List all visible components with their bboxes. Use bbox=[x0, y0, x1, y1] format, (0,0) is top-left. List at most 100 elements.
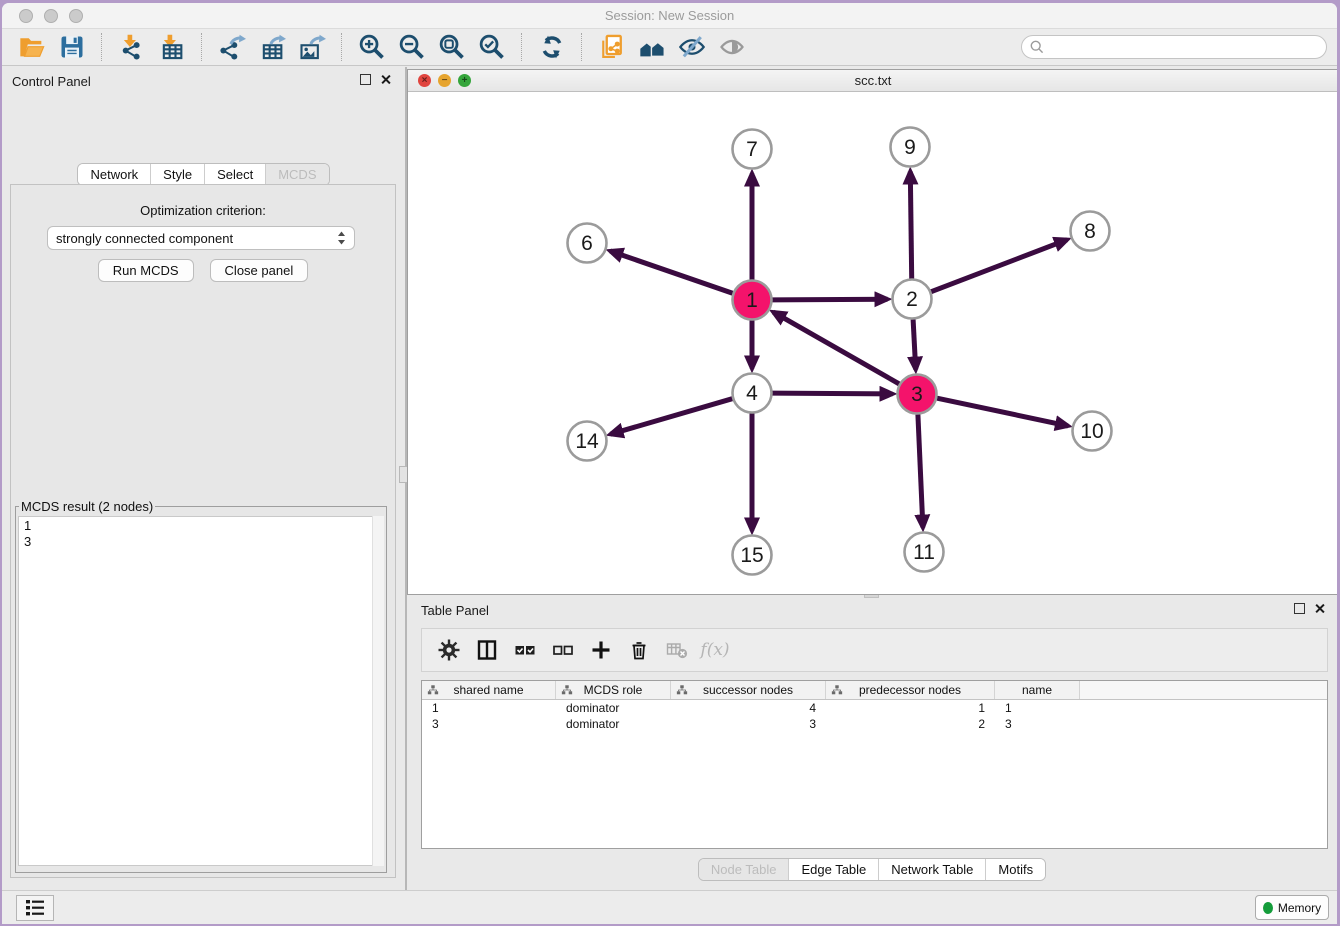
close-panel-icon[interactable] bbox=[380, 74, 391, 85]
frame-zoom-button[interactable]: + bbox=[458, 74, 471, 87]
network-graph[interactable]: 7 9 6 8 1 2 4 3 14 10 15 11 bbox=[408, 91, 1337, 594]
cell-shared-name[interactable]: 1 bbox=[422, 700, 556, 716]
search-box[interactable] bbox=[1021, 35, 1327, 59]
close-panel-button[interactable]: Close panel bbox=[210, 259, 309, 282]
show-hidden-icon bbox=[718, 33, 746, 61]
graph-edge-3-10[interactable] bbox=[937, 398, 1068, 426]
column-header-name[interactable]: name bbox=[995, 681, 1080, 699]
cell-shared-name[interactable]: 3 bbox=[422, 716, 556, 732]
table-float-panel-icon[interactable] bbox=[1294, 603, 1305, 614]
graph-edge-1-2[interactable] bbox=[773, 299, 888, 300]
table-toolbar: f(x) bbox=[421, 628, 1328, 672]
graph-node-4[interactable]: 4 bbox=[733, 374, 772, 413]
delete-columns-button[interactable] bbox=[623, 634, 655, 666]
table-close-panel-icon[interactable] bbox=[1314, 603, 1325, 614]
copy-network-button[interactable] bbox=[595, 32, 629, 62]
table-tab-group: Node TableEdge TableNetwork TableMotifs bbox=[698, 858, 1046, 881]
graph-edge-3-1[interactable] bbox=[773, 312, 899, 384]
cell-mcds-role[interactable]: dominator bbox=[556, 716, 671, 732]
network-canvas[interactable]: 7 9 6 8 1 2 4 3 14 10 15 11 bbox=[408, 91, 1337, 594]
cell-mcds-role[interactable]: dominator bbox=[556, 700, 671, 716]
table-tab-motifs[interactable]: Motifs bbox=[986, 859, 1045, 880]
cell-predecessor-nodes[interactable]: 2 bbox=[826, 716, 995, 732]
window-zoom-button[interactable] bbox=[69, 9, 83, 23]
graph-node-15[interactable]: 15 bbox=[733, 536, 772, 575]
float-panel-icon[interactable] bbox=[360, 74, 371, 85]
table-tabs: Node TableEdge TableNetwork TableMotifs bbox=[407, 858, 1337, 881]
run-mcds-button[interactable]: Run MCDS bbox=[98, 259, 194, 282]
graph-node-1[interactable]: 1 bbox=[733, 281, 772, 320]
search-input[interactable] bbox=[1049, 39, 1318, 55]
refresh-layout-button[interactable] bbox=[535, 32, 569, 62]
memory-label: Memory bbox=[1278, 901, 1321, 915]
graph-edge-2-8[interactable] bbox=[931, 240, 1067, 292]
graph-edge-2-9[interactable] bbox=[910, 172, 911, 279]
column-header-predecessor-nodes[interactable]: predecessor nodes bbox=[826, 681, 995, 699]
select-all-rows-button[interactable] bbox=[509, 634, 541, 666]
zoom-fit-content-button[interactable] bbox=[435, 32, 469, 62]
show-hidden-button[interactable] bbox=[715, 32, 749, 62]
graph-edge-2-3[interactable] bbox=[913, 320, 916, 370]
cell-name[interactable]: 1 bbox=[995, 700, 1080, 716]
graph-node-3[interactable]: 3 bbox=[898, 375, 937, 414]
zoom-in-button[interactable] bbox=[355, 32, 389, 62]
frame-close-button[interactable]: × bbox=[418, 74, 431, 87]
graph-node-9[interactable]: 9 bbox=[891, 128, 930, 167]
import-table-button[interactable] bbox=[155, 32, 189, 62]
task-history-button[interactable] bbox=[16, 895, 54, 921]
zoom-selected-button[interactable] bbox=[475, 32, 509, 62]
import-network-button[interactable] bbox=[115, 32, 149, 62]
cell-predecessor-nodes[interactable]: 1 bbox=[826, 700, 995, 716]
graph-node-6[interactable]: 6 bbox=[568, 224, 607, 263]
mcds-result-list[interactable]: 1 3 bbox=[18, 516, 384, 866]
export-network-button[interactable] bbox=[215, 32, 249, 62]
table-tab-node-table[interactable]: Node Table bbox=[699, 859, 790, 880]
graph-edge-3-11[interactable] bbox=[918, 415, 923, 528]
graph-edge-4-14[interactable] bbox=[611, 399, 733, 435]
column-header-mcds-role[interactable]: MCDS role bbox=[556, 681, 671, 699]
table-row[interactable]: 3dominator323 bbox=[422, 716, 1327, 732]
window-close-button[interactable] bbox=[19, 9, 33, 23]
network-frame: × − + scc.txt 7 9 6 8 1 2 4 3 14 10 15 11 bbox=[407, 69, 1337, 595]
frame-minimize-button[interactable]: − bbox=[438, 74, 451, 87]
export-image-button[interactable] bbox=[295, 32, 329, 62]
export-table-button[interactable] bbox=[255, 32, 289, 62]
graph-edge-4-3[interactable] bbox=[773, 393, 893, 394]
tab-style[interactable]: Style bbox=[151, 164, 205, 185]
zoom-out-button[interactable] bbox=[395, 32, 429, 62]
deselect-all-rows-button[interactable] bbox=[547, 634, 579, 666]
column-header-successor-nodes[interactable]: successor nodes bbox=[671, 681, 826, 699]
tab-network[interactable]: Network bbox=[78, 164, 151, 185]
table-tab-network-table[interactable]: Network Table bbox=[879, 859, 986, 880]
graph-node-14[interactable]: 14 bbox=[568, 422, 607, 461]
table-row[interactable]: 1dominator411 bbox=[422, 700, 1327, 716]
table-tab-edge-table[interactable]: Edge Table bbox=[789, 859, 879, 880]
graph-node-2[interactable]: 2 bbox=[893, 280, 932, 319]
cell-name[interactable]: 3 bbox=[995, 716, 1080, 732]
open-session-button[interactable] bbox=[15, 32, 49, 62]
optimization-criterion-select[interactable]: strongly connected component bbox=[47, 226, 355, 250]
split-panel-button[interactable] bbox=[471, 634, 503, 666]
graph-node-8[interactable]: 8 bbox=[1071, 212, 1110, 251]
graph-node-7[interactable]: 7 bbox=[733, 130, 772, 169]
network-frame-titlebar[interactable]: × − + scc.txt bbox=[408, 70, 1337, 92]
network-home-button[interactable] bbox=[635, 32, 669, 62]
tab-mcds[interactable]: MCDS bbox=[266, 164, 328, 185]
cell-successor-nodes[interactable]: 3 bbox=[671, 716, 826, 732]
tab-select[interactable]: Select bbox=[205, 164, 266, 185]
network-home-icon bbox=[638, 33, 666, 61]
zoom-fit-content-icon bbox=[438, 33, 466, 61]
column-header-shared-name[interactable]: shared name bbox=[422, 681, 556, 699]
window-title: Session: New Session bbox=[2, 3, 1337, 28]
save-session-button[interactable] bbox=[55, 32, 89, 62]
graph-node-11[interactable]: 11 bbox=[905, 533, 944, 572]
create-column-button[interactable] bbox=[585, 634, 617, 666]
table-settings-button[interactable] bbox=[433, 634, 465, 666]
hide-selected-button[interactable] bbox=[675, 32, 709, 62]
cell-successor-nodes[interactable]: 4 bbox=[671, 700, 826, 716]
graph-node-10[interactable]: 10 bbox=[1073, 412, 1112, 451]
window-minimize-button[interactable] bbox=[44, 9, 58, 23]
graph-edge-1-6[interactable] bbox=[610, 251, 732, 293]
result-scrollbar[interactable] bbox=[372, 516, 384, 866]
memory-button[interactable]: Memory bbox=[1255, 895, 1329, 920]
